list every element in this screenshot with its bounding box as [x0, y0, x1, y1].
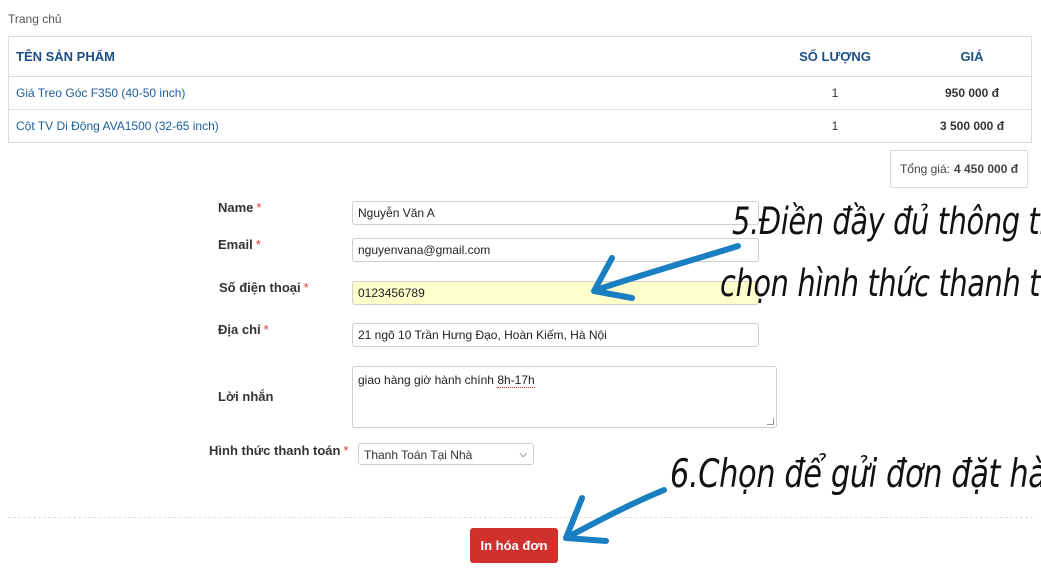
annotation-arrows [563, 243, 741, 544]
arrow-icon [563, 487, 667, 544]
arrow-icon [591, 243, 741, 301]
